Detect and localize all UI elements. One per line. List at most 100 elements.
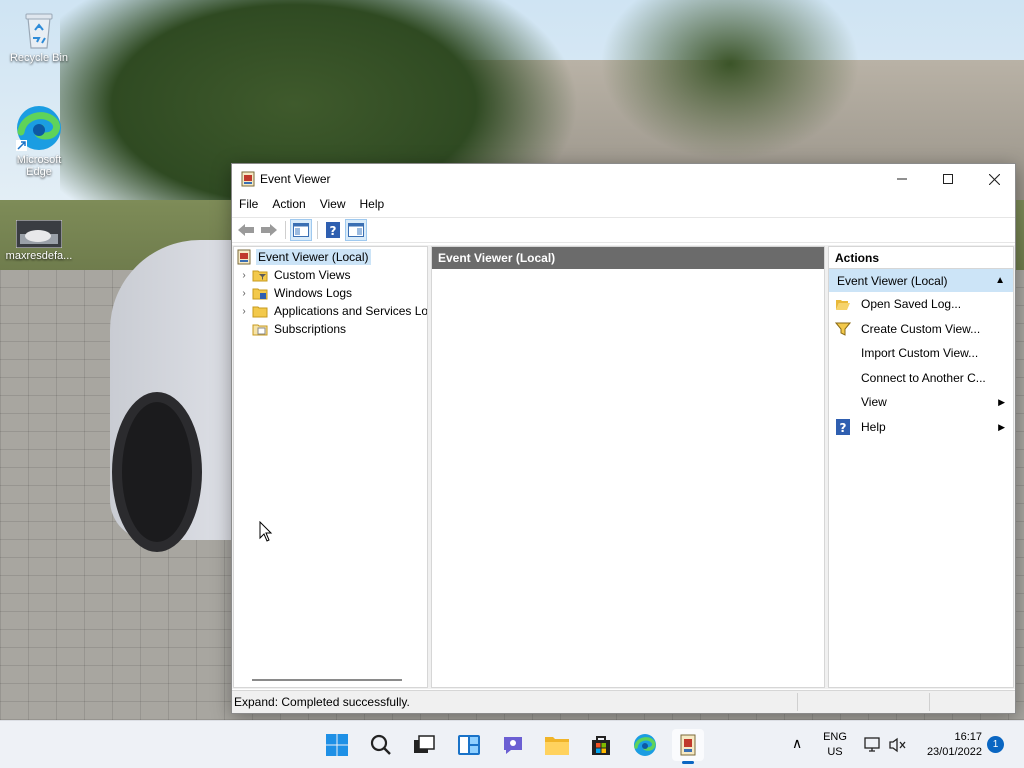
action-label: Connect to Another C... xyxy=(861,370,986,385)
edge-icon xyxy=(16,106,61,151)
result-pane: Event Viewer (Local) xyxy=(431,246,825,688)
action-label: Help xyxy=(861,419,886,434)
status-bar: Expand: Completed successfully. xyxy=(232,690,1015,713)
expand-chevron-icon[interactable]: › xyxy=(236,306,252,317)
console-tree: Event Viewer (Local) › Custom Views › Wi… xyxy=(233,246,428,688)
svg-text:?: ? xyxy=(330,224,337,238)
toolbar: ? xyxy=(232,217,1015,243)
mouse-cursor-icon xyxy=(259,521,273,542)
menu-help[interactable]: Help xyxy=(353,194,392,216)
close-button[interactable] xyxy=(971,164,1017,194)
event-viewer-window: Event Viewer File Action View Help ? Eve… xyxy=(231,163,1016,714)
action-connect-to-another-computer[interactable]: Connect to Another C... xyxy=(829,366,1013,391)
title-bar[interactable]: Event Viewer xyxy=(232,164,1015,194)
desktop-icon-label: Recycle Bin xyxy=(9,52,69,64)
action-label: View xyxy=(861,395,887,410)
search-button[interactable] xyxy=(365,729,397,761)
event-viewer-app-icon xyxy=(241,171,255,187)
event-viewer-taskbar-button[interactable] xyxy=(672,729,704,764)
desktop-icon-label: maxresdefa... xyxy=(5,250,73,262)
action-create-custom-view[interactable]: Create Custom View... xyxy=(829,317,1013,342)
clock-date: 23/01/2022 xyxy=(926,746,982,758)
network-icon[interactable] xyxy=(864,737,882,753)
action-label: Import Custom View... xyxy=(861,346,979,361)
show-hidden-icons-chevron[interactable]: ∧ xyxy=(792,735,802,752)
menu-view[interactable]: View xyxy=(313,194,353,216)
tree-item-applications-and-services-logs[interactable]: › Applications and Services Lo xyxy=(236,302,427,320)
tree-item-label: Event Viewer (Local) xyxy=(256,249,371,265)
task-view-button[interactable] xyxy=(408,729,440,761)
actions-group-event-viewer-local[interactable]: Event Viewer (Local) ▲ xyxy=(829,269,1013,292)
tree-item-custom-views[interactable]: › Custom Views xyxy=(236,266,352,284)
desktop-icon-microsoft-edge[interactable]: Microsoft Edge xyxy=(1,104,77,178)
volume-muted-icon[interactable] xyxy=(889,737,907,753)
desktop-icon-recycle-bin[interactable]: Recycle Bin xyxy=(1,10,77,64)
folder-logs-icon xyxy=(252,288,268,300)
notification-badge[interactable]: 1 xyxy=(987,736,1004,753)
system-clock[interactable]: 16:17 23/01/2022 xyxy=(918,730,982,760)
tree-item-label: Subscriptions xyxy=(274,322,347,336)
tree-item-windows-logs[interactable]: › Windows Logs xyxy=(236,284,354,302)
start-button[interactable] xyxy=(321,729,353,761)
actions-group-label: Event Viewer (Local) xyxy=(837,274,948,288)
image-thumbnail-icon xyxy=(16,220,62,248)
toolbar-separator xyxy=(285,221,286,239)
status-divider xyxy=(797,693,798,711)
widgets-button[interactable] xyxy=(453,729,485,761)
tree-horizontal-scrollbar[interactable] xyxy=(252,679,402,681)
back-button[interactable] xyxy=(235,219,257,241)
action-view[interactable]: View ▶ xyxy=(829,390,1013,415)
maximize-button[interactable] xyxy=(925,164,971,194)
tree-item-label: Windows Logs xyxy=(274,286,353,300)
search-icon xyxy=(370,734,391,755)
action-label: Open Saved Log... xyxy=(861,297,962,312)
chat-icon xyxy=(504,737,522,754)
action-help[interactable]: ? Help ▶ xyxy=(829,415,1013,440)
subscriptions-icon xyxy=(252,324,268,336)
minimize-button[interactable] xyxy=(879,164,925,194)
event-viewer-icon xyxy=(680,734,696,756)
close-icon xyxy=(988,173,1000,185)
input-language-indicator[interactable]: ENG US xyxy=(820,730,850,760)
keyboard-layout: US xyxy=(827,746,843,758)
edge-icon xyxy=(634,734,656,756)
action-open-saved-log[interactable]: Open Saved Log... xyxy=(829,292,1013,317)
action-label: Create Custom View... xyxy=(861,321,981,336)
expand-chevron-icon[interactable]: › xyxy=(236,270,252,281)
show-hide-console-tree-button[interactable] xyxy=(290,219,312,241)
tree-item-subscriptions[interactable]: Subscriptions xyxy=(252,320,348,338)
show-hide-action-pane-button[interactable] xyxy=(345,219,367,241)
desktop-icon-image-file[interactable]: maxresdefa... xyxy=(1,220,77,262)
action-import-custom-view[interactable]: Import Custom View... xyxy=(829,341,1013,366)
folder-icon xyxy=(252,306,268,318)
console-tree-icon xyxy=(293,223,309,237)
recycle-bin-icon xyxy=(25,13,53,49)
teams-chat-button[interactable] xyxy=(497,729,529,761)
collapse-caret-icon[interactable]: ▲ xyxy=(995,275,1005,286)
help-toolbar-button[interactable]: ? xyxy=(322,219,344,241)
forward-button[interactable] xyxy=(258,219,280,241)
maximize-icon xyxy=(943,174,953,184)
status-divider xyxy=(929,693,930,711)
windows-start-icon xyxy=(326,734,348,756)
window-title: Event Viewer xyxy=(260,172,331,186)
menu-file[interactable]: File xyxy=(232,194,265,216)
help-icon: ? xyxy=(326,222,340,238)
folder-icon xyxy=(545,737,569,755)
action-pane-icon xyxy=(348,223,364,237)
actions-pane: Actions Event Viewer (Local) ▲ Open Save… xyxy=(828,246,1014,688)
submenu-arrow-icon: ▶ xyxy=(998,421,1005,432)
tree-item-label: Custom Views xyxy=(274,268,351,282)
store-icon xyxy=(592,736,610,755)
expand-chevron-icon[interactable]: › xyxy=(236,288,252,299)
filter-icon xyxy=(835,321,851,337)
tree-item-event-viewer-local[interactable]: Event Viewer (Local) xyxy=(236,248,371,266)
language-code: ENG xyxy=(823,731,847,743)
microsoft-store-button[interactable] xyxy=(585,729,617,761)
edge-taskbar-button[interactable] xyxy=(629,729,661,761)
file-explorer-button[interactable] xyxy=(541,729,573,761)
desktop-icon-label: Microsoft Edge xyxy=(16,154,62,178)
menu-action[interactable]: Action xyxy=(265,194,312,216)
event-viewer-icon xyxy=(237,249,251,265)
menu-bar: File Action View Help xyxy=(232,194,1015,216)
